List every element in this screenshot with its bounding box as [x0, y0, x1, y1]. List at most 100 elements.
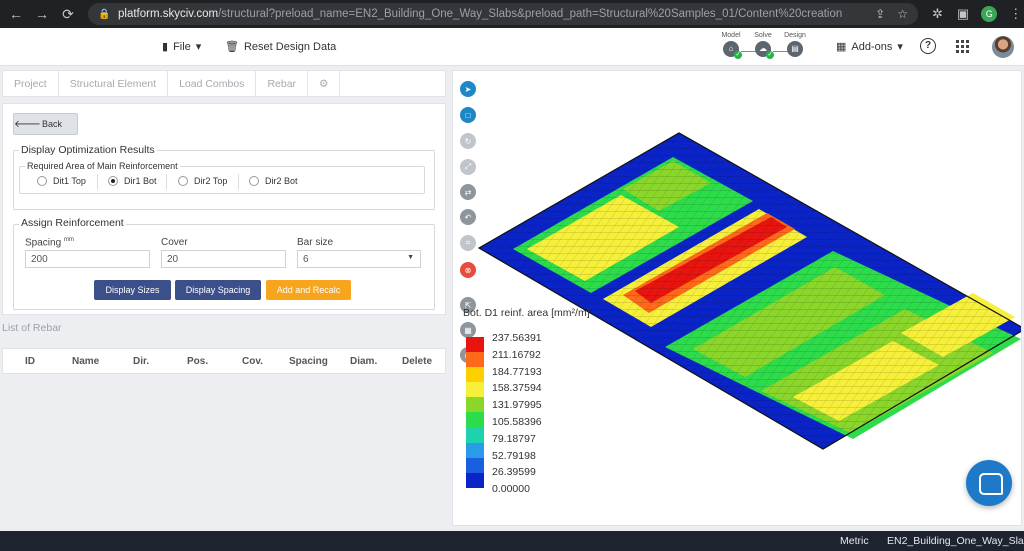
- star-icon[interactable]: ☆: [897, 7, 908, 21]
- tab-project[interactable]: Project: [3, 71, 59, 96]
- profile-avatar[interactable]: G: [981, 6, 998, 22]
- radio-circle[interactable]: [178, 176, 188, 186]
- step-design[interactable]: Design ▤: [778, 32, 812, 57]
- legend-swatch: [466, 427, 484, 443]
- model-icon: ⌂: [728, 44, 734, 53]
- spacing-label-text: Spacing: [25, 237, 62, 249]
- swap-icon[interactable]: ⇄: [460, 184, 476, 200]
- kebab-menu-icon[interactable]: ⋮: [1009, 6, 1022, 22]
- grid-view-icon[interactable]: ▦: [460, 322, 476, 338]
- legend-swatch: [466, 352, 484, 368]
- step-label: Solve: [754, 32, 772, 39]
- legend-value: 158.37594: [492, 382, 542, 395]
- tab-settings[interactable]: ⚙: [308, 71, 341, 96]
- barsize-value: 6: [303, 254, 309, 265]
- spacing-input[interactable]: 200: [25, 250, 150, 268]
- cover-input[interactable]: 20: [161, 250, 286, 268]
- file-menu[interactable]: ▮ File ▾: [162, 40, 202, 54]
- assign-reinforcement-title: Assign Reinforcement: [19, 217, 126, 229]
- add-and-recalc-button[interactable]: Add and Recalc: [266, 280, 351, 300]
- col-pos: Pos.: [187, 356, 209, 367]
- radio-label: Dir2 Bot: [265, 176, 298, 186]
- spacing-label: Spacing mm: [25, 237, 74, 248]
- col-diam: Diam.: [350, 356, 378, 367]
- rotate-icon[interactable]: ↻: [460, 133, 476, 149]
- radio-dir2-bot[interactable]: Dir2 Bot: [249, 176, 298, 186]
- legend-value: 79.18797: [492, 432, 536, 445]
- share-icon[interactable]: ⇪: [875, 7, 885, 21]
- col-name: Name: [72, 356, 100, 367]
- cover-label: Cover: [161, 237, 188, 248]
- reset-design-data-button[interactable]: 🗑 Reset Design Data: [225, 40, 336, 54]
- reload-icon[interactable]: ⟳: [58, 4, 78, 24]
- col-dir: Dir.: [133, 356, 150, 367]
- file-icon: ▮: [162, 41, 169, 53]
- model-viewport[interactable]: ➤ □ ↻ ⤢ ⇄ ↶ ⌗ ⊗ ⇱ ▦ ◉ Bot. D1 reinf. are…: [452, 70, 1022, 526]
- legend-value: 237.56391: [492, 332, 542, 344]
- select-pointer-icon[interactable]: ➤: [460, 81, 476, 97]
- tab-rebar[interactable]: Rebar: [256, 71, 309, 96]
- radio-label: Dit1 Top: [53, 176, 86, 186]
- col-id: ID: [25, 356, 35, 367]
- legend-swatch: [466, 412, 484, 428]
- lock-icon: 🔒: [98, 8, 111, 20]
- legend-value: 184.77193: [492, 365, 542, 378]
- address-bar[interactable]: 🔒 platform.skyciv.com /structural?preloa…: [88, 3, 918, 25]
- radio-dir1-top[interactable]: Dit1 Top: [37, 176, 86, 186]
- apps-grid-icon[interactable]: [956, 40, 969, 53]
- addons-label: Add-ons: [851, 40, 893, 53]
- radio-dir1-bot[interactable]: Dir1 Bot: [108, 176, 157, 186]
- step-model[interactable]: Model ⌂ ✓: [714, 32, 748, 59]
- legend-value: 52.79198: [492, 449, 536, 462]
- ruler-icon[interactable]: ⌗: [460, 235, 476, 251]
- display-results-title: Display Optimization Results: [19, 144, 157, 156]
- puzzle-icon: ▦: [836, 41, 847, 53]
- workflow-steps: Model ⌂ ✓ Solve ☁ ✓ Design ▤: [714, 32, 814, 62]
- legend-swatch: [466, 457, 484, 473]
- barsize-label: Bar size: [297, 237, 334, 248]
- back-button[interactable]: 🡐 Back: [13, 113, 78, 135]
- radio-label: Dir1 Bot: [124, 176, 157, 186]
- display-spacing-button[interactable]: Display Spacing: [175, 280, 261, 300]
- legend-value: 131.97995: [492, 399, 542, 412]
- step-label: Design: [784, 32, 806, 39]
- radio-circle[interactable]: [249, 176, 259, 186]
- url-path: /structural?preload_name=EN2_Building_On…: [218, 8, 843, 20]
- help-icon[interactable]: ?: [920, 38, 936, 54]
- back-arrow-icon[interactable]: ←: [6, 4, 26, 24]
- barsize-select[interactable]: 6 ▼: [297, 250, 421, 268]
- display-sizes-button[interactable]: Display Sizes: [94, 280, 171, 300]
- caret-down-icon: ▼: [407, 254, 414, 261]
- gears-icon: ⚙: [319, 78, 329, 90]
- units-indicator[interactable]: Metric: [840, 535, 869, 547]
- col-spacing: Spacing: [289, 356, 328, 367]
- forward-arrow-icon[interactable]: →: [32, 4, 52, 24]
- tab-load-combos[interactable]: Load Combos: [168, 71, 257, 96]
- extensions-icon[interactable]: ✲: [932, 6, 943, 22]
- legend-value: 26.39599: [492, 466, 536, 479]
- arrow-left-icon: 🡐: [14, 119, 41, 130]
- step-solve[interactable]: Solve ☁ ✓: [746, 32, 780, 59]
- zoom-fit-icon[interactable]: ⤢: [460, 159, 476, 175]
- chat-support-button[interactable]: [966, 460, 1012, 506]
- legend-swatch: [466, 397, 484, 413]
- chevron-down-icon: ▾: [195, 41, 202, 53]
- tab-structural-element[interactable]: Structural Element: [59, 71, 169, 96]
- addons-menu[interactable]: ▦ Add-ons ▾: [836, 40, 903, 54]
- close-results-icon[interactable]: ⊗: [460, 262, 476, 278]
- radio-dir2-top[interactable]: Dir2 Top: [178, 176, 227, 186]
- radio-circle[interactable]: [37, 176, 47, 186]
- legend-swatch: [466, 367, 484, 383]
- legend-swatch: [466, 472, 484, 488]
- list-of-rebar-title: List of Rebar: [2, 322, 62, 334]
- spacing-unit: mm: [63, 237, 74, 243]
- user-avatar[interactable]: [992, 36, 1014, 58]
- document-icon: ▤: [791, 44, 799, 53]
- slab-contour-plot: [477, 132, 1021, 450]
- back-label: Back: [42, 119, 63, 129]
- undo-icon[interactable]: ↶: [460, 209, 476, 225]
- radio-circle[interactable]: [108, 176, 118, 186]
- legend-swatch: [466, 382, 484, 398]
- select-box-icon[interactable]: □: [460, 107, 476, 123]
- sidepanel-icon[interactable]: ▣: [957, 6, 969, 22]
